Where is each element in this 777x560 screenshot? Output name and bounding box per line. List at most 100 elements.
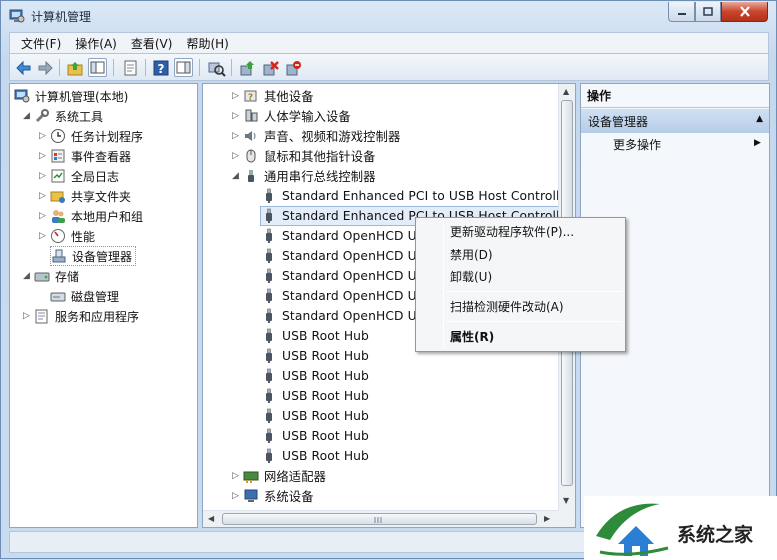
device-row[interactable]: USB Root Hub — [261, 446, 369, 466]
tree-item-label: 事件查看器 — [71, 149, 132, 164]
update-driver-button[interactable] — [237, 58, 256, 77]
scroll-left-icon[interactable]: ◀ — [208, 514, 214, 523]
device-row[interactable]: Standard Enhanced PCI to USB Host Contro… — [261, 186, 572, 206]
properties-button[interactable] — [120, 58, 139, 77]
device-category-row[interactable]: ▷ 声音、视频和游戏控制器 — [231, 126, 400, 146]
tree-item-global-log[interactable]: ▷ 全局日志 — [38, 166, 119, 186]
menu-help[interactable]: 帮助(H) — [179, 35, 235, 52]
actions-section-device-manager[interactable]: 设备管理器 ▲ — [581, 109, 769, 133]
tree-item-performance[interactable]: ▷ 性能 — [38, 226, 95, 246]
up-one-level-button[interactable] — [65, 58, 84, 77]
menu-action[interactable]: 操作(A) — [68, 35, 124, 52]
tree-item-system-tools[interactable]: ◢ 系统工具 — [22, 106, 103, 126]
device-row[interactable]: USB Root Hub — [261, 326, 369, 346]
expand-arrow-icon[interactable]: ▷ — [231, 491, 240, 501]
expand-arrow-icon[interactable]: ▷ — [38, 191, 47, 201]
collapse-arrow-icon[interactable]: ◢ — [22, 271, 31, 281]
title-bar[interactable]: 计算机管理 — [1, 1, 776, 31]
tree-item-local-users-groups[interactable]: ▷ 本地用户和组 — [38, 206, 143, 226]
scroll-down-icon[interactable]: ▼ — [563, 496, 569, 505]
close-button[interactable] — [721, 2, 768, 22]
tree-item-storage[interactable]: ◢ 存储 — [22, 266, 79, 286]
forward-arrow-icon — [38, 60, 53, 76]
tree-item-shared-folders[interactable]: ▷ 共享文件夹 — [38, 186, 131, 206]
performance-icon — [51, 229, 65, 243]
scroll-right-icon[interactable]: ▶ — [544, 514, 550, 523]
menu-item-scan-hardware[interactable]: 扫描检测硬件改动(A) — [450, 296, 564, 316]
expand-arrow-icon[interactable]: ▷ — [231, 471, 240, 481]
context-menu-separator — [446, 321, 622, 322]
tree-item-device-manager[interactable]: 设备管理器 — [50, 246, 137, 266]
expand-arrow-icon[interactable]: ▷ — [38, 151, 47, 161]
menu-view[interactable]: 查看(V) — [124, 35, 180, 52]
global-log-icon — [51, 169, 65, 183]
task-scheduler-icon — [51, 129, 65, 143]
tree-item-event-viewer[interactable]: ▷ 事件查看器 — [38, 146, 131, 166]
tree-item-services-applications[interactable]: ▷ 服务和应用程序 — [22, 306, 139, 326]
expand-arrow-icon[interactable]: ▷ — [22, 311, 31, 321]
device-row[interactable]: USB Root Hub — [261, 346, 369, 366]
tree-item-disk-management[interactable]: 磁盘管理 — [50, 286, 119, 306]
scan-hardware-icon — [208, 62, 226, 77]
device-row[interactable]: USB Root Hub — [261, 366, 369, 386]
collapse-section-icon[interactable]: ▲ — [756, 114, 763, 124]
device-row[interactable]: USB Root Hub — [261, 386, 369, 406]
device-category-label: 通用串行总线控制器 — [264, 170, 376, 184]
menu-item-disable[interactable]: 禁用(D) — [450, 244, 493, 264]
tree-item-task-scheduler[interactable]: ▷ 任务计划程序 — [38, 126, 143, 146]
device-row[interactable]: USB Root Hub — [261, 406, 369, 426]
device-category-row[interactable]: ▷? 其他设备 — [231, 86, 314, 106]
expand-arrow-icon[interactable]: ▷ — [38, 171, 47, 181]
disable-device-button[interactable] — [283, 58, 302, 77]
usb-plug-icon — [266, 388, 272, 403]
expand-arrow-icon[interactable]: ▷ — [231, 151, 240, 161]
close-icon — [739, 6, 750, 17]
scroll-up-icon[interactable]: ▲ — [563, 87, 569, 96]
scan-hardware-button[interactable] — [206, 58, 226, 77]
context-menu-separator — [446, 291, 622, 292]
device-category-row[interactable]: ▷ 鼠标和其他指针设备 — [231, 146, 376, 166]
more-actions-item[interactable]: 更多操作 — [613, 136, 661, 153]
help-button[interactable]: ? — [151, 58, 170, 77]
maximize-button[interactable] — [695, 2, 721, 22]
uninstall-button[interactable] — [260, 58, 279, 77]
menu-item-uninstall[interactable]: 卸载(U) — [450, 266, 492, 286]
menu-file[interactable]: 文件(F) — [14, 35, 68, 52]
back-button[interactable] — [13, 58, 32, 77]
system-tools-icon — [35, 109, 49, 123]
expand-arrow-icon[interactable]: ▷ — [38, 211, 47, 221]
console-tree-pane[interactable]: 计算机管理(本地) ◢ 系统工具 ▷ 任务计划程序 ▷ 事件查看器 ▷ 全局日志… — [9, 83, 198, 528]
tree-item-label: 任务计划程序 — [71, 129, 144, 144]
uninstall-icon — [263, 61, 279, 76]
expand-arrow-icon[interactable]: ▷ — [38, 231, 47, 241]
speaker-icon — [245, 131, 256, 141]
menu-item-properties[interactable]: 属性(R) — [450, 326, 494, 346]
minimize-button[interactable] — [668, 2, 695, 22]
device-category-row[interactable]: ◢ 通用串行总线控制器 — [231, 166, 376, 186]
up-folder-icon — [67, 62, 83, 76]
tree-item-computer-management[interactable]: 计算机管理(本地) — [14, 86, 128, 106]
disable-device-icon — [286, 61, 301, 76]
show-hide-console-tree-button[interactable] — [88, 58, 107, 77]
expand-arrow-icon[interactable]: ▷ — [231, 91, 240, 101]
submenu-arrow-icon[interactable]: ▶ — [754, 138, 761, 148]
device-category-row[interactable]: ▷ 网络适配器 — [231, 466, 326, 486]
expand-arrow-icon[interactable]: ▷ — [38, 131, 47, 141]
action-pane-button[interactable] — [174, 58, 193, 77]
menu-item-update-driver[interactable]: 更新驱动程序软件(P)... — [450, 221, 574, 241]
collapse-arrow-icon[interactable]: ◢ — [231, 171, 240, 181]
computer-management-app-icon — [9, 9, 25, 23]
expand-arrow-icon[interactable]: ▷ — [231, 131, 240, 141]
forward-button[interactable] — [35, 58, 54, 77]
device-row[interactable]: USB Root Hub — [261, 426, 369, 446]
device-category-row[interactable]: ▷ 人体学输入设备 — [231, 106, 351, 126]
device-category-label: 系统设备 — [264, 490, 314, 504]
horizontal-scrollbar[interactable]: ◀ ▶ — [203, 510, 559, 527]
device-category-label: 声音、视频和游戏控制器 — [264, 130, 401, 144]
action-pane-icon — [176, 61, 191, 74]
device-category-row[interactable]: ▷ 系统设备 — [231, 486, 314, 506]
usb-plug-icon — [266, 428, 272, 443]
expand-arrow-icon[interactable]: ▷ — [231, 111, 240, 121]
horizontal-scroll-thumb[interactable] — [222, 513, 537, 525]
collapse-arrow-icon[interactable]: ◢ — [22, 111, 31, 121]
